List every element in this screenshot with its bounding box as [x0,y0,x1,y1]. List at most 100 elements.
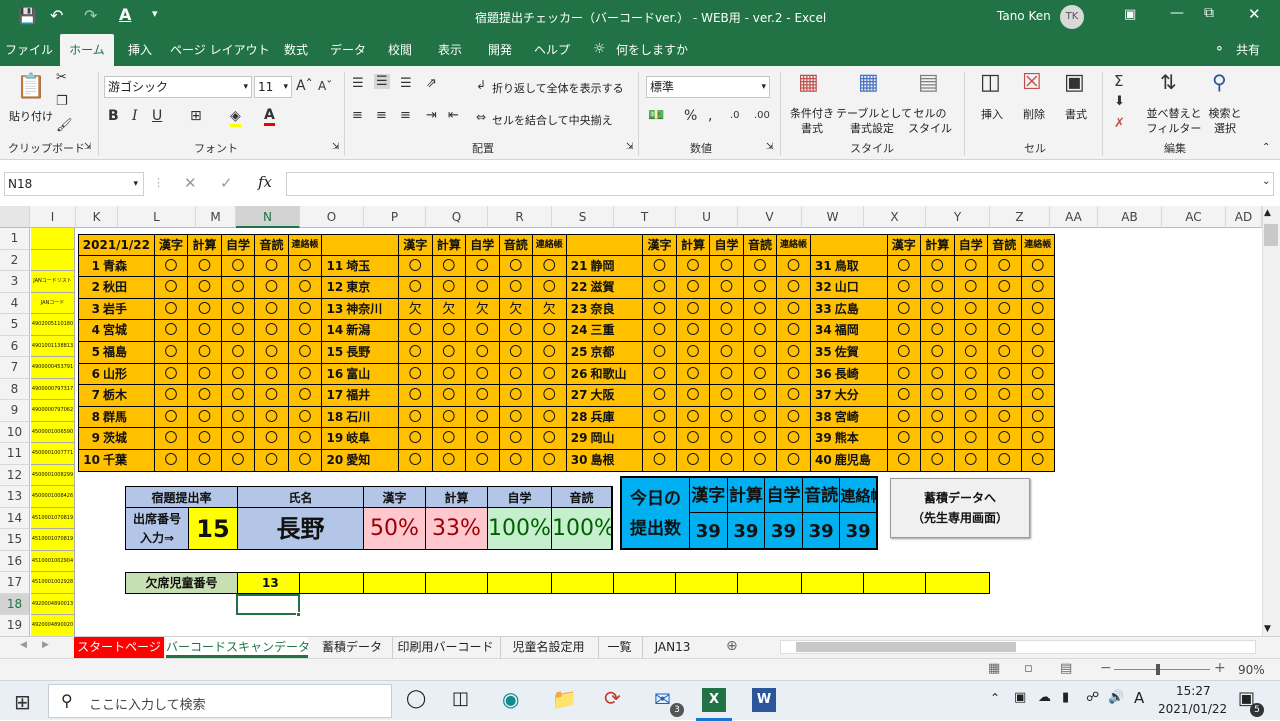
clock-date[interactable]: 2021/01/22 [1158,702,1227,716]
student-name-cell[interactable]: 20 愛知 [322,450,399,472]
present-mark[interactable]: 〇 [643,255,677,278]
present-mark[interactable]: 〇 [954,298,988,321]
present-mark[interactable]: 〇 [921,450,955,472]
network-icon[interactable]: ☍ [1086,690,1099,705]
present-mark[interactable]: 〇 [288,406,323,429]
collapse-ribbon-icon[interactable]: ⌃ [1262,142,1270,153]
present-mark[interactable]: 〇 [921,342,955,364]
name-box[interactable]: N18 ▾ [4,172,144,196]
present-mark[interactable]: 〇 [1021,450,1055,472]
student-name-cell[interactable]: 22 滋賀 [566,277,644,299]
present-mark[interactable]: 〇 [288,255,323,278]
present-mark[interactable]: 〇 [255,298,289,321]
present-mark[interactable]: 〇 [954,428,988,450]
student-name-cell[interactable]: 25 京都 [566,342,644,364]
present-mark[interactable]: 〇 [499,385,533,407]
wrap-text-button[interactable]: 折り返して全体を表示する [492,80,624,96]
word-taskbar-icon[interactable]: W [752,688,776,712]
present-mark[interactable]: 〇 [988,342,1022,364]
present-mark[interactable]: 〇 [777,450,811,472]
student-name-cell[interactable]: 6 山形 [78,363,155,386]
share-button[interactable]: 共有 [1230,34,1266,66]
student-name-cell[interactable]: 13 神奈川 [322,298,399,321]
student-name-cell[interactable]: 33 広島 [810,298,888,321]
present-mark[interactable]: 〇 [499,255,533,278]
zoom-out-icon[interactable]: − [1100,660,1112,676]
redo-icon[interactable]: ↷ [84,6,97,25]
present-mark[interactable]: 〇 [743,320,778,342]
jan-list-cell[interactable]: 4500001006590 [31,421,75,443]
row-header[interactable]: 5 [0,314,30,336]
present-mark[interactable]: 〇 [221,320,256,342]
present-mark[interactable]: 〇 [643,428,677,450]
absent-input-cell[interactable] [552,572,614,594]
student-name-cell[interactable]: 12 東京 [322,277,399,299]
column-header[interactable]: X [864,206,926,228]
present-mark[interactable]: 〇 [710,385,744,407]
sheet-tab-jan13[interactable]: JAN13 [642,637,702,658]
jan-list-cell[interactable] [31,228,75,250]
present-mark[interactable]: 〇 [710,450,744,472]
student-name-cell[interactable]: 8 群馬 [78,406,155,429]
present-mark[interactable]: 〇 [399,406,433,429]
teacher-data-button[interactable]: 蓄積データへ （先生専用画面） [890,478,1030,538]
present-mark[interactable]: 〇 [743,406,778,429]
student-name-cell[interactable]: 1 青森 [78,255,155,278]
tab-data[interactable]: データ [326,34,370,66]
present-mark[interactable]: 〇 [743,363,778,386]
excel-taskbar-icon[interactable]: X [702,688,726,712]
present-mark[interactable]: 〇 [188,298,222,321]
present-mark[interactable]: 〇 [1021,298,1055,321]
column-header[interactable]: M [196,206,236,228]
increase-decimal-icon[interactable]: .0 [730,110,740,121]
jan-list-cell[interactable]: 4920004890020 [31,615,75,636]
present-mark[interactable]: 〇 [432,363,466,386]
present-mark[interactable]: 〇 [1021,428,1055,450]
present-mark[interactable]: 〇 [432,342,466,364]
windows-start-icon[interactable]: ⊞ [14,690,31,714]
present-mark[interactable]: 〇 [1021,320,1055,342]
jan-list-cell[interactable]: JANコードリスト [31,271,75,293]
sheet-tab-names[interactable]: 児童名設定用 [500,637,596,658]
present-mark[interactable]: 〇 [466,450,500,472]
column-header[interactable]: AB [1098,206,1162,228]
page-break-view-icon[interactable]: ▤ [1060,661,1072,676]
align-center-icon[interactable]: ≡ [376,108,387,123]
present-mark[interactable]: 〇 [288,428,323,450]
present-mark[interactable]: 〇 [954,320,988,342]
student-name-cell[interactable]: 4 宮城 [78,320,155,342]
ime-mode-icon[interactable]: A [1134,689,1144,707]
present-mark[interactable]: 〇 [1021,277,1055,299]
cortana-icon[interactable]: ◯ [406,688,426,709]
present-mark[interactable]: 〇 [399,450,433,472]
present-mark[interactable]: 〇 [255,255,289,278]
present-mark[interactable]: 〇 [743,298,778,321]
taskbar-search-box[interactable]: ⚲ ここに入力して検索 [48,684,392,718]
present-mark[interactable]: 〇 [466,406,500,429]
present-mark[interactable]: 〇 [887,320,921,342]
absent-input-cell[interactable] [300,572,364,594]
present-mark[interactable]: 〇 [954,342,988,364]
clear-icon[interactable]: ✗ [1114,116,1125,131]
cancel-icon[interactable]: ✕ [184,174,197,192]
present-mark[interactable]: 〇 [643,320,677,342]
student-name-cell[interactable]: 17 福井 [322,385,399,407]
present-mark[interactable]: 〇 [154,277,189,299]
decrease-decimal-icon[interactable]: .00 [754,110,770,121]
student-name-cell[interactable]: 10 千葉 [78,450,155,472]
present-mark[interactable]: 〇 [777,255,811,278]
student-name-cell[interactable]: 16 富山 [322,363,399,386]
jan-list-cell[interactable]: 4500001008299 [31,464,75,486]
student-name-cell[interactable]: 31 鳥取 [810,255,888,278]
column-header[interactable]: T [614,206,676,228]
present-mark[interactable]: 〇 [255,277,289,299]
column-header[interactable]: P [364,206,426,228]
minimize-icon[interactable]: — [1170,5,1184,21]
number-launcher-icon[interactable]: ⇲ [766,142,774,152]
present-mark[interactable]: 〇 [921,428,955,450]
absent-input-cell[interactable] [426,572,488,594]
sheet-tab-print-barcode[interactable]: 印刷用バーコード [392,637,498,658]
row-header[interactable]: 4 [0,292,30,314]
jan-list-cell[interactable]: 4902005110180 [31,314,75,336]
fill-color-icon[interactable]: ◈ [230,108,241,127]
